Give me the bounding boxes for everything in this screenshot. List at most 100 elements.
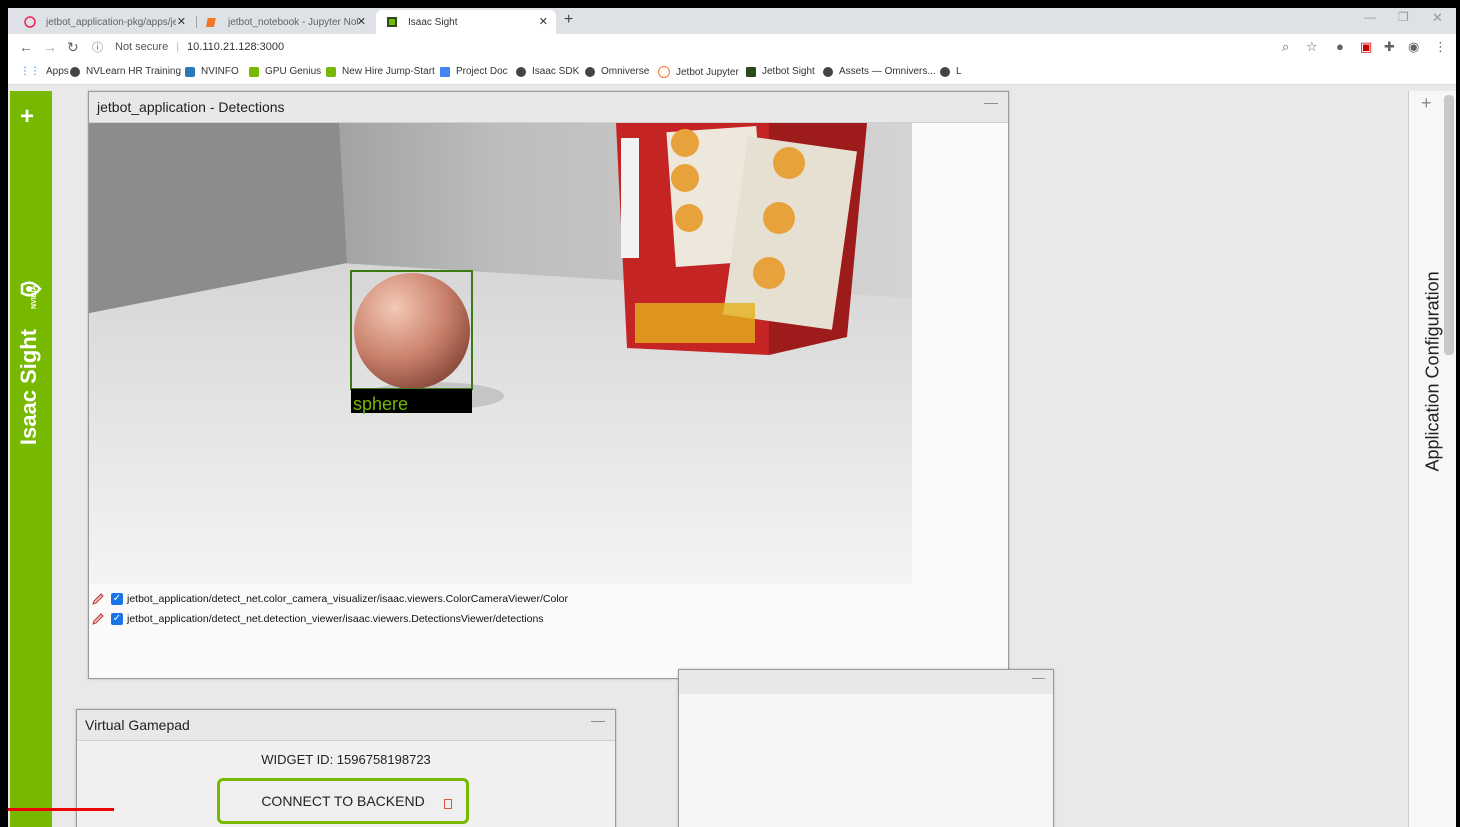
jupyter-icon	[206, 18, 216, 27]
camera-view[interactable]: sphere	[89, 123, 912, 584]
jupyter-icon	[658, 66, 670, 78]
close-window-button[interactable]: ✕	[1432, 10, 1443, 26]
nvidia-icon	[746, 66, 756, 77]
channel-row: ✓ jetbot_application/detect_net.detectio…	[91, 612, 544, 626]
restore-window-button[interactable]: ❐	[1398, 10, 1409, 24]
connect-to-backend-button[interactable]: CONNECT TO BACKEND	[217, 778, 469, 824]
close-icon[interactable]: ✕	[357, 15, 366, 28]
bookmark-label: Jetbot Sight	[762, 66, 815, 77]
doc-icon	[440, 66, 450, 77]
widget-header[interactable]: —	[679, 670, 1053, 694]
panel-title: Application Configuration	[1422, 271, 1443, 472]
detection-label: sphere	[353, 394, 408, 414]
url-text[interactable]: 10.110.21.128:3000	[187, 41, 284, 53]
forward-arrow-icon[interactable]: →	[43, 39, 57, 55]
github-icon	[24, 16, 36, 28]
bookmark-apps[interactable]: ⋮⋮ Apps	[20, 66, 69, 77]
bookmark-jetbot-sight[interactable]: Jetbot Sight	[746, 66, 815, 77]
blank-widget: —	[678, 669, 1054, 827]
camera-frame: sphere	[89, 123, 912, 584]
apps-grid-icon: ⋮⋮	[20, 66, 40, 77]
widget-header[interactable]: jetbot_application - Detections —	[89, 92, 1008, 123]
scrollbar[interactable]	[1444, 95, 1454, 355]
bookmark-label: Omniverse	[601, 66, 650, 77]
reload-icon[interactable]: ↻	[67, 39, 79, 56]
security-label: Not secure	[115, 41, 169, 53]
bookmark-project-doc[interactable]: Project Doc	[440, 66, 508, 77]
address-bar[interactable]: ⓘ Not secure | 10.110.21.128:3000	[92, 36, 1322, 58]
channel-row: ✓ jetbot_application/detect_net.color_ca…	[91, 592, 568, 606]
bookmark-assets[interactable]: Assets — Omnivers...	[823, 66, 936, 77]
divider: |	[176, 41, 180, 53]
bookmark-label: New Hire Jump-Start	[342, 66, 435, 77]
bookmark-label: Apps	[46, 66, 69, 77]
tab-title: jetbot_notebook - Jupyter Noteb	[228, 16, 358, 28]
tab-title: Isaac Sight	[408, 16, 458, 28]
cracker-box	[616, 123, 867, 355]
virtual-gamepad-widget: Virtual Gamepad — WIDGET ID: 15967581987…	[76, 709, 616, 827]
bookmarks-bar: ⋮⋮ Apps NVLearn HR Training NVINFO GPU Ge…	[8, 60, 1456, 85]
nvidia-icon	[387, 17, 397, 27]
status-indicator-icon	[444, 799, 452, 809]
bookmark-l[interactable]: L	[940, 66, 962, 77]
channel-label: jetbot_application/detect_net.color_came…	[127, 593, 569, 605]
pencil-icon[interactable]	[91, 612, 105, 626]
close-icon[interactable]: ✕	[177, 15, 186, 28]
minimize-window-button[interactable]: —	[1364, 10, 1376, 24]
channel-label: jetbot_application/detect_net.detection_…	[127, 613, 544, 625]
pencil-icon[interactable]	[91, 592, 105, 606]
add-widget-icon[interactable]: +	[20, 103, 34, 131]
channel-checkbox[interactable]: ✓	[111, 613, 123, 625]
nvidia-icon	[249, 66, 259, 77]
video-progress-bar[interactable]	[8, 808, 114, 811]
nvidia-icon	[326, 66, 336, 77]
widget-header[interactable]: Virtual Gamepad —	[77, 710, 615, 741]
bookmark-label: NVLearn HR Training	[86, 66, 182, 77]
new-tab-button[interactable]: +	[564, 11, 573, 29]
widget-title: jetbot_application - Detections	[97, 99, 285, 115]
tab-strip: jetbot_application-pkg/apps/jetb ✕ jetbo…	[8, 8, 1456, 34]
bookmark-new-hire[interactable]: New Hire Jump-Start	[326, 66, 435, 77]
bookmark-label: GPU Genius	[265, 66, 322, 77]
tab-jupyter-notebook[interactable]: jetbot_notebook - Jupyter Noteb ✕	[196, 10, 374, 34]
minimize-icon[interactable]: —	[984, 94, 998, 110]
isaac-sight-page: + NVIDIA Isaac Sight jetbot_application …	[8, 85, 1456, 827]
browser-toolbar: ← → ↻ ⓘ Not secure | 10.110.21.128:3000 …	[8, 34, 1456, 60]
minimize-icon[interactable]: —	[591, 712, 605, 728]
add-icon[interactable]: +	[1421, 93, 1432, 114]
globe-icon	[516, 66, 526, 77]
tab-jetbot-application[interactable]: jetbot_application-pkg/apps/jetb ✕	[14, 10, 194, 34]
globe-icon	[940, 66, 950, 77]
extension-circle-icon[interactable]: ●	[1336, 39, 1344, 54]
browser-window: jetbot_application-pkg/apps/jetb ✕ jetbo…	[8, 8, 1456, 827]
bookmark-nvinfo[interactable]: NVINFO	[185, 66, 239, 77]
puzzle-icon[interactable]: ✚	[1384, 39, 1395, 55]
bookmark-label: NVINFO	[201, 66, 239, 77]
bookmark-jetbot-jupyter[interactable]: Jetbot Jupyter	[658, 66, 739, 78]
bookmark-omniverse[interactable]: Omniverse	[585, 66, 649, 77]
bookmark-label: Jetbot Jupyter	[676, 66, 739, 78]
bookmark-gpu-genius[interactable]: GPU Genius	[249, 66, 321, 77]
bookmark-nvlearn[interactable]: NVLearn HR Training	[70, 66, 181, 77]
bookmark-label: Isaac SDK	[532, 66, 580, 77]
pdf-extension-icon[interactable]: ▣	[1360, 39, 1372, 55]
info-icon[interactable]: ⓘ	[92, 39, 103, 55]
bookmark-star-icon[interactable]: ☆	[1306, 39, 1318, 55]
bookmark-label: Project Doc	[456, 66, 508, 77]
nvidia-logo-text: NVIDIA	[31, 285, 38, 309]
bookmark-label: Assets — Omnivers...	[839, 66, 936, 77]
minimize-icon[interactable]: —	[1032, 670, 1045, 685]
left-sidebar: + NVIDIA Isaac Sight	[10, 91, 52, 827]
globe-icon	[823, 66, 833, 77]
bookmark-isaac-sdk[interactable]: Isaac SDK	[516, 66, 579, 77]
close-icon[interactable]: ✕	[539, 15, 548, 28]
kebab-menu-icon[interactable]: ⋮	[1434, 39, 1447, 55]
channel-checkbox[interactable]: ✓	[111, 593, 123, 605]
app-brand-title: Isaac Sight	[16, 328, 41, 446]
back-arrow-icon[interactable]: ←	[19, 39, 33, 55]
globe-icon	[585, 66, 595, 77]
tab-isaac-sight[interactable]: Isaac Sight ✕	[376, 10, 556, 34]
zoom-icon[interactable]: ⌕	[1282, 39, 1289, 55]
profile-icon[interactable]: ◉	[1408, 39, 1419, 55]
bookmark-label: L	[956, 66, 962, 77]
